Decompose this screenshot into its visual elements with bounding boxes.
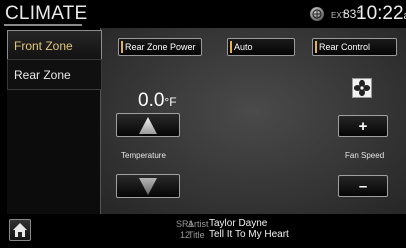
rear-zone-power-label: Rear Zone Power: [125, 42, 196, 52]
fan-speed-up-button[interactable]: +: [338, 115, 388, 137]
temperature-up-button[interactable]: [116, 113, 180, 137]
auto-label: Auto: [234, 42, 253, 52]
fan-speed-down-button[interactable]: –: [338, 175, 388, 197]
temperature-unit: °F: [164, 95, 177, 109]
minus-label: –: [358, 178, 368, 195]
status-indicator: [315, 41, 317, 53]
song-title-value: Tell It To My Heart: [209, 229, 289, 240]
tab-front-zone-label: Front Zone: [14, 39, 73, 53]
home-icon: [13, 223, 27, 237]
temperature-value: 0.0: [138, 90, 165, 111]
page-title: CLIMATE: [5, 3, 88, 24]
rear-control-button[interactable]: Rear Control: [312, 38, 397, 56]
triangle-down-icon: [139, 178, 157, 195]
triangle-up-icon: [139, 117, 157, 134]
fan-icon: [352, 78, 372, 98]
home-button[interactable]: [9, 219, 31, 241]
plus-label: +: [358, 118, 368, 135]
fan-speed-label: Fan Speed: [345, 151, 385, 160]
temperature-down-button[interactable]: [116, 174, 180, 198]
status-indicator: [121, 41, 123, 53]
clock: 10:22am: [356, 3, 406, 25]
rear-control-label: Rear Control: [319, 42, 371, 52]
artist-value: Taylor Dayne: [209, 218, 268, 229]
sirius-icon: [310, 7, 324, 21]
temperature-readout: 0.0°F: [138, 90, 177, 112]
tab-rear-zone[interactable]: Rear Zone: [7, 59, 102, 90]
title-underline: [4, 24, 82, 26]
song-title-label: Title: [188, 230, 205, 240]
tab-gutter: [7, 90, 100, 214]
status-indicator: [230, 41, 232, 53]
clock-time: 10:22: [356, 3, 404, 24]
artist-label: Artist: [188, 219, 209, 229]
temperature-label: Temperature: [121, 151, 166, 160]
auto-button[interactable]: Auto: [227, 38, 295, 56]
rear-zone-power-button[interactable]: Rear Zone Power: [118, 38, 202, 56]
tab-front-zone[interactable]: Front Zone: [7, 30, 102, 61]
tab-rear-zone-label: Rear Zone: [14, 68, 71, 82]
